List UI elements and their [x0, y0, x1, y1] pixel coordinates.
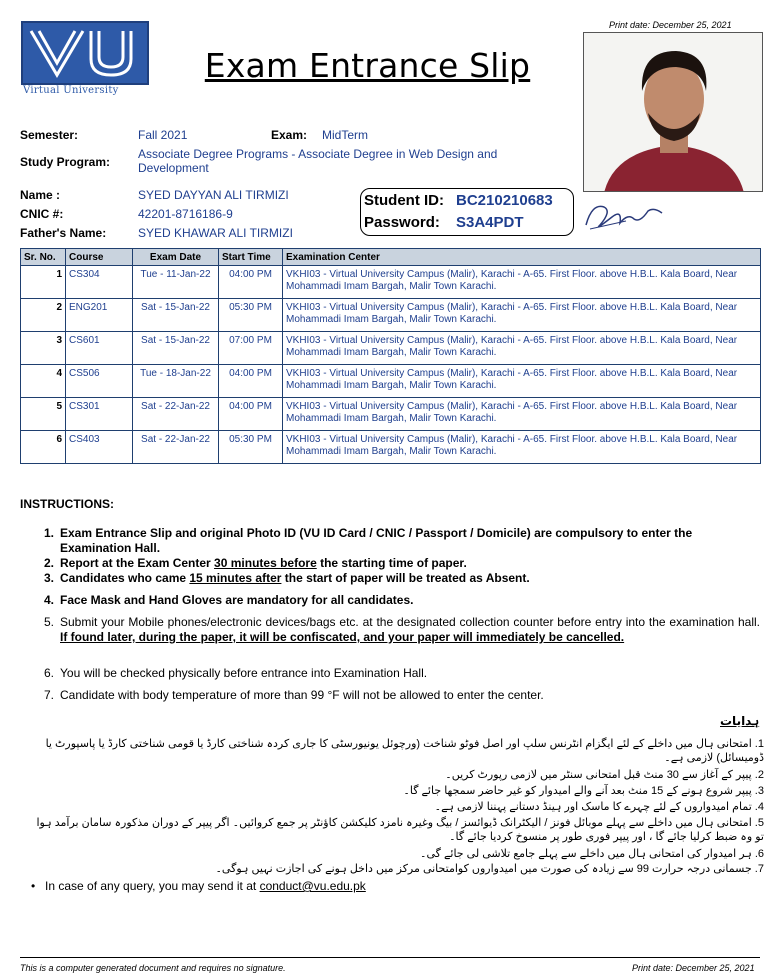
instruction-3-text-b: 15 minutes after [189, 571, 282, 585]
cell-start-time: 05:30 PM [218, 298, 283, 332]
instruction-5-text-b: If found later, during the paper, it wil… [60, 630, 625, 644]
urdu-instruction-2: 2. پیپر کے آغاز سے 30 منٹ قبل امتحانی سن… [445, 769, 764, 781]
father-name-label: Father's Name: [20, 226, 107, 240]
cell-exam-date: Sat - 15-Jan-22 [132, 298, 219, 332]
student-id-value: BC210210683 [456, 192, 553, 209]
query-email-link[interactable]: conduct@vu.edu.pk [260, 879, 366, 893]
cell-sr-no: 4 [20, 364, 66, 398]
semester-value: Fall 2021 [138, 128, 188, 142]
table-row: 4 CS506 Tue - 18-Jan-22 04:00 PM VKHI03 … [20, 364, 761, 398]
cell-start-time: 04:00 PM [218, 364, 283, 398]
cell-course: ENG201 [65, 298, 133, 332]
cell-course: CS304 [65, 265, 133, 299]
student-photo [583, 32, 763, 192]
study-program-value: Associate Degree Programs - Associate De… [138, 147, 498, 175]
cell-sr-no: 2 [20, 298, 66, 332]
footer-print-date: Print date: December 25, 2021 [632, 963, 755, 973]
cell-exam-date: Sat - 22-Jan-22 [132, 430, 219, 464]
name-value: SYED DAYYAN ALI TIRMIZI [138, 188, 289, 202]
instruction-4: 4. Face Mask and Hand Gloves are mandator… [44, 593, 414, 607]
urdu-instructions-heading: ہدایات [720, 714, 760, 728]
signature-image [582, 195, 667, 235]
name-label: Name : [20, 188, 61, 202]
header-exam-center: Examination Center [282, 248, 761, 266]
cnic-value: 42201-8716186-9 [138, 207, 233, 221]
table-row: 3 CS601 Sat - 15-Jan-22 07:00 PM VKHI03 … [20, 331, 761, 365]
urdu-instruction-5: 5. امتحانی ہال میں داخلے سے پہلے موبائل … [36, 817, 764, 843]
cell-sr-no: 1 [20, 265, 66, 299]
cnic-label: CNIC #: [20, 207, 64, 221]
urdu-instruction-6: 6. ہر امیدوار کی امتحانی ہال میں داخلے س… [420, 848, 764, 860]
instruction-7-text: Candidate with body temperature of more … [60, 688, 544, 702]
instruction-4-text: Face Mask and Hand Gloves are mandatory … [60, 593, 414, 607]
exam-value: MidTerm [322, 128, 369, 142]
cell-start-time: 04:00 PM [218, 397, 283, 431]
father-name-value: SYED KHAWAR ALI TIRMIZI [138, 226, 293, 240]
instruction-3-text-a: Candidates who came [60, 571, 190, 585]
vu-logo-caption: Virtual University [23, 85, 119, 96]
credentials-box: Student ID: BC210210683 Password: S3A4PD… [360, 188, 574, 236]
cell-course: CS601 [65, 331, 133, 365]
footer-note: This is a computer generated document an… [20, 963, 286, 973]
cell-start-time: 05:30 PM [218, 430, 283, 464]
cell-start-time: 07:00 PM [218, 331, 283, 365]
urdu-instruction-3: 3. پیپر شروع ہونے کے 15 منٹ بعد آنے والے… [403, 785, 764, 797]
password-label: Password: [364, 214, 440, 231]
instruction-6: 6. You will be checked physically before … [44, 666, 428, 680]
exam-label: Exam: [271, 128, 308, 142]
cell-exam-center: VKHI03 - Virtual University Campus (Mali… [282, 430, 761, 464]
cell-sr-no: 3 [20, 331, 66, 365]
cell-exam-center: VKHI03 - Virtual University Campus (Mali… [282, 298, 761, 332]
cell-exam-center: VKHI03 - Virtual University Campus (Mali… [282, 397, 761, 431]
urdu-instruction-1: 1. امتحانی ہال میں داخلے کے لئے ایگزام ا… [45, 738, 764, 764]
cell-exam-center: VKHI03 - Virtual University Campus (Mali… [282, 364, 761, 398]
instruction-5: 5. Submit your Mobile phones/electronic d… [44, 615, 760, 644]
instruction-6-text: You will be checked physically before en… [60, 666, 428, 680]
semester-label: Semester: [20, 128, 79, 142]
exam-schedule-table: Sr. No. Course Exam Date Start Time Exam… [20, 248, 761, 464]
cell-exam-center: VKHI03 - Virtual University Campus (Mali… [282, 331, 761, 365]
header-start-time: Start Time [218, 248, 283, 266]
bullet: • [31, 879, 36, 893]
cell-exam-date: Sat - 22-Jan-22 [132, 397, 219, 431]
header-course: Course [65, 248, 133, 266]
cell-exam-date: Sat - 15-Jan-22 [132, 331, 219, 365]
table-row: 5 CS301 Sat - 22-Jan-22 04:00 PM VKHI03 … [20, 397, 761, 431]
student-id-label: Student ID: [364, 192, 444, 209]
cell-course: CS403 [65, 430, 133, 464]
password-value: S3A4PDT [456, 214, 524, 231]
instruction-3-text-c: the start of paper will be treated as Ab… [281, 571, 530, 585]
cell-exam-date: Tue - 18-Jan-22 [132, 364, 219, 398]
urdu-instruction-7: 7. جسمانی درجہ حرارت 99 سے زیادہ کی صورت… [215, 863, 764, 875]
instruction-1-text: Exam Entrance Slip and original Photo ID… [60, 526, 693, 555]
instruction-1: 1. Exam Entrance Slip and original Photo … [44, 526, 693, 555]
cell-exam-center: VKHI03 - Virtual University Campus (Mali… [282, 265, 761, 299]
cell-course: CS301 [65, 397, 133, 431]
cell-course: CS506 [65, 364, 133, 398]
table-row: 2 ENG201 Sat - 15-Jan-22 05:30 PM VKHI03… [20, 298, 761, 332]
instruction-2-text-b: 30 minutes before [214, 556, 317, 570]
header-exam-date: Exam Date [132, 248, 219, 266]
query-line: • In case of any query, you may send it a… [31, 879, 366, 893]
cell-sr-no: 5 [20, 397, 66, 431]
table-row: 1 CS304 Tue - 11-Jan-22 04:00 PM VKHI03 … [20, 265, 761, 299]
cell-exam-date: Tue - 11-Jan-22 [132, 265, 219, 299]
header-sr-no: Sr. No. [20, 248, 66, 266]
instruction-7: 7. Candidate with body temperature of mor… [44, 688, 544, 702]
query-text: In case of any query, you may send it at [45, 879, 260, 893]
instruction-5-text-a: Submit your Mobile phones/electronic dev… [60, 615, 760, 629]
instructions-heading: INSTRUCTIONS: [20, 497, 114, 511]
cell-sr-no: 6 [20, 430, 66, 464]
urdu-instruction-4: 4. تمام امیدواروں کے لئے چہرے کا ماسک او… [434, 801, 764, 813]
table-row: 6 CS403 Sat - 22-Jan-22 05:30 PM VKHI03 … [20, 430, 761, 464]
table-header-row: Sr. No. Course Exam Date Start Time Exam… [20, 248, 761, 266]
footer-divider [20, 957, 760, 958]
study-program-label: Study Program: [20, 155, 111, 169]
cell-start-time: 04:00 PM [218, 265, 283, 299]
instruction-3: 3. Candidates who came 15 minutes after t… [44, 571, 530, 585]
instruction-2-text-a: Report at the Exam Center [60, 556, 215, 570]
print-date-header: Print date: December 25, 2021 [609, 20, 732, 30]
instruction-2: 2. Report at the Exam Center 30 minutes b… [44, 556, 467, 570]
instruction-2-text-c: the starting time of paper. [316, 556, 467, 570]
